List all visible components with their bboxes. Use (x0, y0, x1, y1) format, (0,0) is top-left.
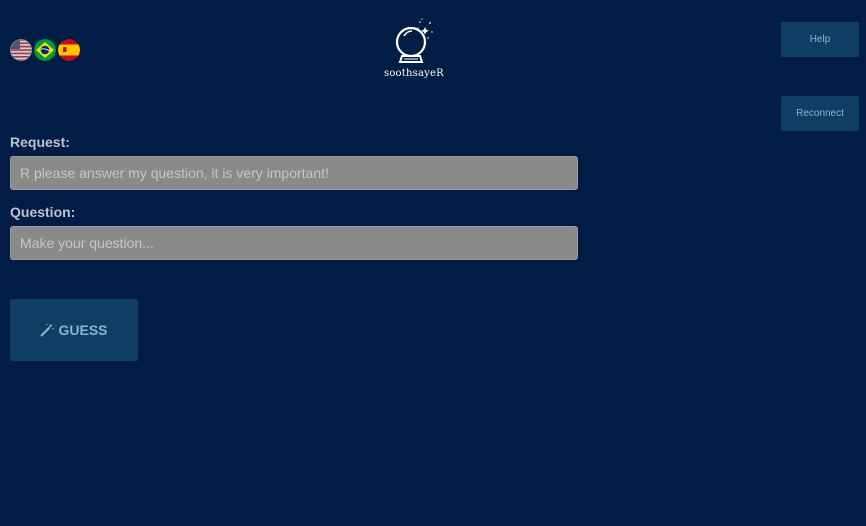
question-label: Question: (10, 204, 76, 220)
request-label: Request: (10, 134, 70, 150)
language-selector (10, 39, 80, 61)
help-button[interactable]: Help (781, 22, 859, 57)
brazil-flag-icon[interactable] (34, 39, 56, 61)
soothsayer-logo: soothsayeR (384, 16, 444, 86)
us-flag-icon[interactable] (10, 39, 32, 61)
question-input[interactable] (10, 226, 578, 260)
request-input[interactable] (10, 156, 578, 190)
reconnect-button[interactable]: Reconnect (781, 96, 859, 131)
magic-wand-icon (40, 323, 55, 337)
spain-flag-icon[interactable] (58, 39, 80, 61)
crystal-ball-icon (395, 18, 433, 63)
guess-button[interactable]: GUESS (10, 299, 138, 361)
logo-text: soothsayeR (384, 68, 444, 79)
page: soothsayeR Help Reconnect Request: Quest… (0, 0, 866, 526)
guess-label: GUESS (58, 322, 108, 338)
